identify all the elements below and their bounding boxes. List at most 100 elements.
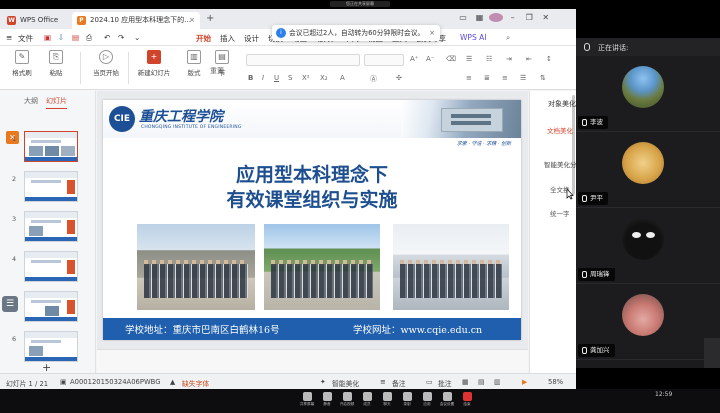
- tab-outline[interactable]: 大纲: [24, 96, 38, 106]
- left-panel-tabs: 大纲 幻灯片: [0, 91, 96, 109]
- side-scrollbar[interactable]: [572, 95, 575, 195]
- text-direction-icon[interactable]: ⇅: [540, 74, 546, 82]
- school-address: 学校地址：重庆市巴南区白鹤林16号: [125, 325, 280, 336]
- slide-number: 1: [12, 135, 17, 143]
- list-view-icon[interactable]: ☰: [2, 296, 18, 312]
- notes-area[interactable]: [97, 349, 528, 373]
- end-meeting-button[interactable]: 结束: [454, 392, 480, 407]
- slideshow-play-icon[interactable]: ▶: [522, 378, 527, 386]
- current-slide[interactable]: CIE 重庆工程学院 CHONGQING INSTITUTE OF ENGINE…: [103, 100, 521, 340]
- missing-fonts-button[interactable]: 缺失字体: [182, 378, 209, 388]
- increase-font-icon[interactable]: A⁺: [410, 55, 418, 63]
- tab-wps-office[interactable]: W WPS Office: [2, 12, 70, 29]
- numbered-list-icon[interactable]: ☷: [486, 55, 492, 63]
- search-icon[interactable]: ⌕: [506, 33, 510, 43]
- align-left-icon[interactable]: ≡: [466, 74, 472, 82]
- superscript-icon[interactable]: X²: [302, 74, 310, 82]
- play-from-current-button[interactable]: ▷ 当页开始: [88, 50, 124, 86]
- group-photo-2[interactable]: [264, 224, 380, 310]
- option-unify-font[interactable]: 统一字: [550, 208, 570, 218]
- font-color-icon[interactable]: A: [340, 74, 345, 82]
- tab-document[interactable]: P 2024.10 应用型本科理念下的… ×: [72, 12, 200, 29]
- strike-icon[interactable]: S: [288, 74, 292, 82]
- avatar: [622, 66, 664, 108]
- slide-title-line-1[interactable]: 应用型本科理念下: [103, 160, 521, 187]
- meeting-share-pill[interactable]: 您正在共享屏幕: [330, 1, 390, 7]
- align-right-icon[interactable]: ≡: [502, 74, 508, 82]
- print-icon[interactable]: ⎙: [86, 33, 92, 43]
- participant-tile[interactable]: 龚加兴: [576, 284, 720, 360]
- pdf-icon[interactable]: ▤: [72, 33, 79, 42]
- participant-tile[interactable]: 周瑞锋: [576, 208, 720, 284]
- group-photo-3[interactable]: [393, 224, 509, 310]
- new-slide-button[interactable]: + 新建幻灯片: [134, 50, 174, 86]
- thumbnail-image: [24, 171, 78, 202]
- reading-view-icon[interactable]: ▥: [494, 378, 500, 386]
- bold-icon[interactable]: B: [248, 74, 253, 82]
- align-center-icon[interactable]: ≣: [484, 74, 490, 82]
- outdent-icon[interactable]: ⇤: [526, 55, 532, 63]
- subscript-icon[interactable]: X₂: [320, 74, 328, 82]
- menu-design[interactable]: 设计: [244, 33, 259, 44]
- close-tab-icon[interactable]: ×: [189, 12, 195, 28]
- notes-button[interactable]: 备注: [392, 378, 406, 388]
- line-spacing-icon[interactable]: ↕: [546, 55, 552, 63]
- minimize-icon[interactable]: –: [506, 13, 520, 22]
- font-size-select[interactable]: [364, 54, 404, 66]
- group-photo-1[interactable]: [137, 224, 255, 310]
- school-logo: CIE: [109, 106, 135, 132]
- highlight-icon[interactable]: Ⓐ: [370, 74, 377, 84]
- panel-scroll-handle[interactable]: [704, 338, 720, 368]
- save-icon[interactable]: ▣: [44, 33, 51, 42]
- close-toast-icon[interactable]: ×: [429, 25, 435, 41]
- undo-icon[interactable]: ↶: [104, 33, 110, 42]
- close-window-icon[interactable]: ✕: [539, 13, 553, 22]
- monitor-icon[interactable]: ▭: [456, 13, 470, 22]
- sparkle-icon: ✦: [320, 378, 326, 386]
- underline-icon[interactable]: U: [274, 74, 279, 82]
- smart-beautify-button[interactable]: 智能美化: [332, 378, 359, 388]
- screen: 您正在共享屏幕 W WPS Office P 2024.10 应用型本科理念下的…: [0, 0, 720, 413]
- redo-icon[interactable]: ↷: [118, 33, 124, 42]
- slide-canvas[interactable]: CIE 重庆工程学院 CHONGQING INSTITUTE OF ENGINE…: [97, 91, 528, 373]
- slide-thumbnail-4[interactable]: 4: [0, 251, 96, 289]
- avatar[interactable]: [489, 13, 504, 22]
- bullet-list-icon[interactable]: ☰: [466, 55, 472, 63]
- char-spacing-icon[interactable]: ✣: [396, 74, 402, 82]
- chevron-down-icon[interactable]: ⌄: [134, 33, 140, 42]
- format-painter-button[interactable]: ✎ 格式刷: [6, 50, 38, 86]
- paste-button[interactable]: ⎘ 粘贴: [40, 50, 72, 86]
- clear-format-icon[interactable]: ⌫: [446, 55, 456, 63]
- font-family-select[interactable]: [246, 54, 360, 66]
- avatar: [622, 218, 664, 260]
- justify-icon[interactable]: ☰: [520, 74, 526, 82]
- slide-thumbnail-1[interactable]: 1: [0, 131, 96, 169]
- normal-view-icon[interactable]: ▦: [462, 378, 468, 386]
- menu-home[interactable]: 开始: [196, 33, 211, 48]
- toolbar-divider: [128, 52, 129, 84]
- export-icon[interactable]: ⇩: [58, 33, 64, 42]
- slide-sorter-icon[interactable]: ▤: [478, 378, 484, 386]
- reset-button[interactable]: 重置: [210, 66, 224, 76]
- indent-icon[interactable]: ⇥: [506, 55, 512, 63]
- comments-button[interactable]: 批注: [438, 378, 452, 388]
- layout-label: 版式: [187, 69, 201, 77]
- new-tab-button[interactable]: +: [206, 13, 214, 24]
- participant-tile[interactable]: 李波: [576, 56, 720, 132]
- hamburger-icon[interactable]: ≡: [6, 33, 12, 42]
- menu-wps-ai[interactable]: WPS AI: [460, 33, 486, 42]
- maximize-icon[interactable]: ❐: [522, 13, 536, 22]
- slide-thumbnail-2[interactable]: 2: [0, 171, 96, 209]
- menu-insert[interactable]: 插入: [220, 33, 235, 44]
- menu-file[interactable]: 文件: [18, 33, 33, 44]
- grid-icon[interactable]: ▦: [473, 13, 487, 22]
- decrease-font-icon[interactable]: A⁻: [426, 55, 434, 63]
- participant-tile[interactable]: 尹平: [576, 132, 720, 208]
- zoom-level[interactable]: 58%: [548, 378, 563, 386]
- tab-slides[interactable]: 幻灯片: [46, 96, 67, 109]
- italic-icon[interactable]: I: [262, 74, 264, 82]
- tab-document-beautify[interactable]: 文档美化: [547, 125, 573, 135]
- thumbnail-image: [24, 131, 78, 162]
- slide-title-line-2[interactable]: 有效课堂组织与实施: [103, 185, 521, 212]
- slide-thumbnail-3[interactable]: 3: [0, 211, 96, 249]
